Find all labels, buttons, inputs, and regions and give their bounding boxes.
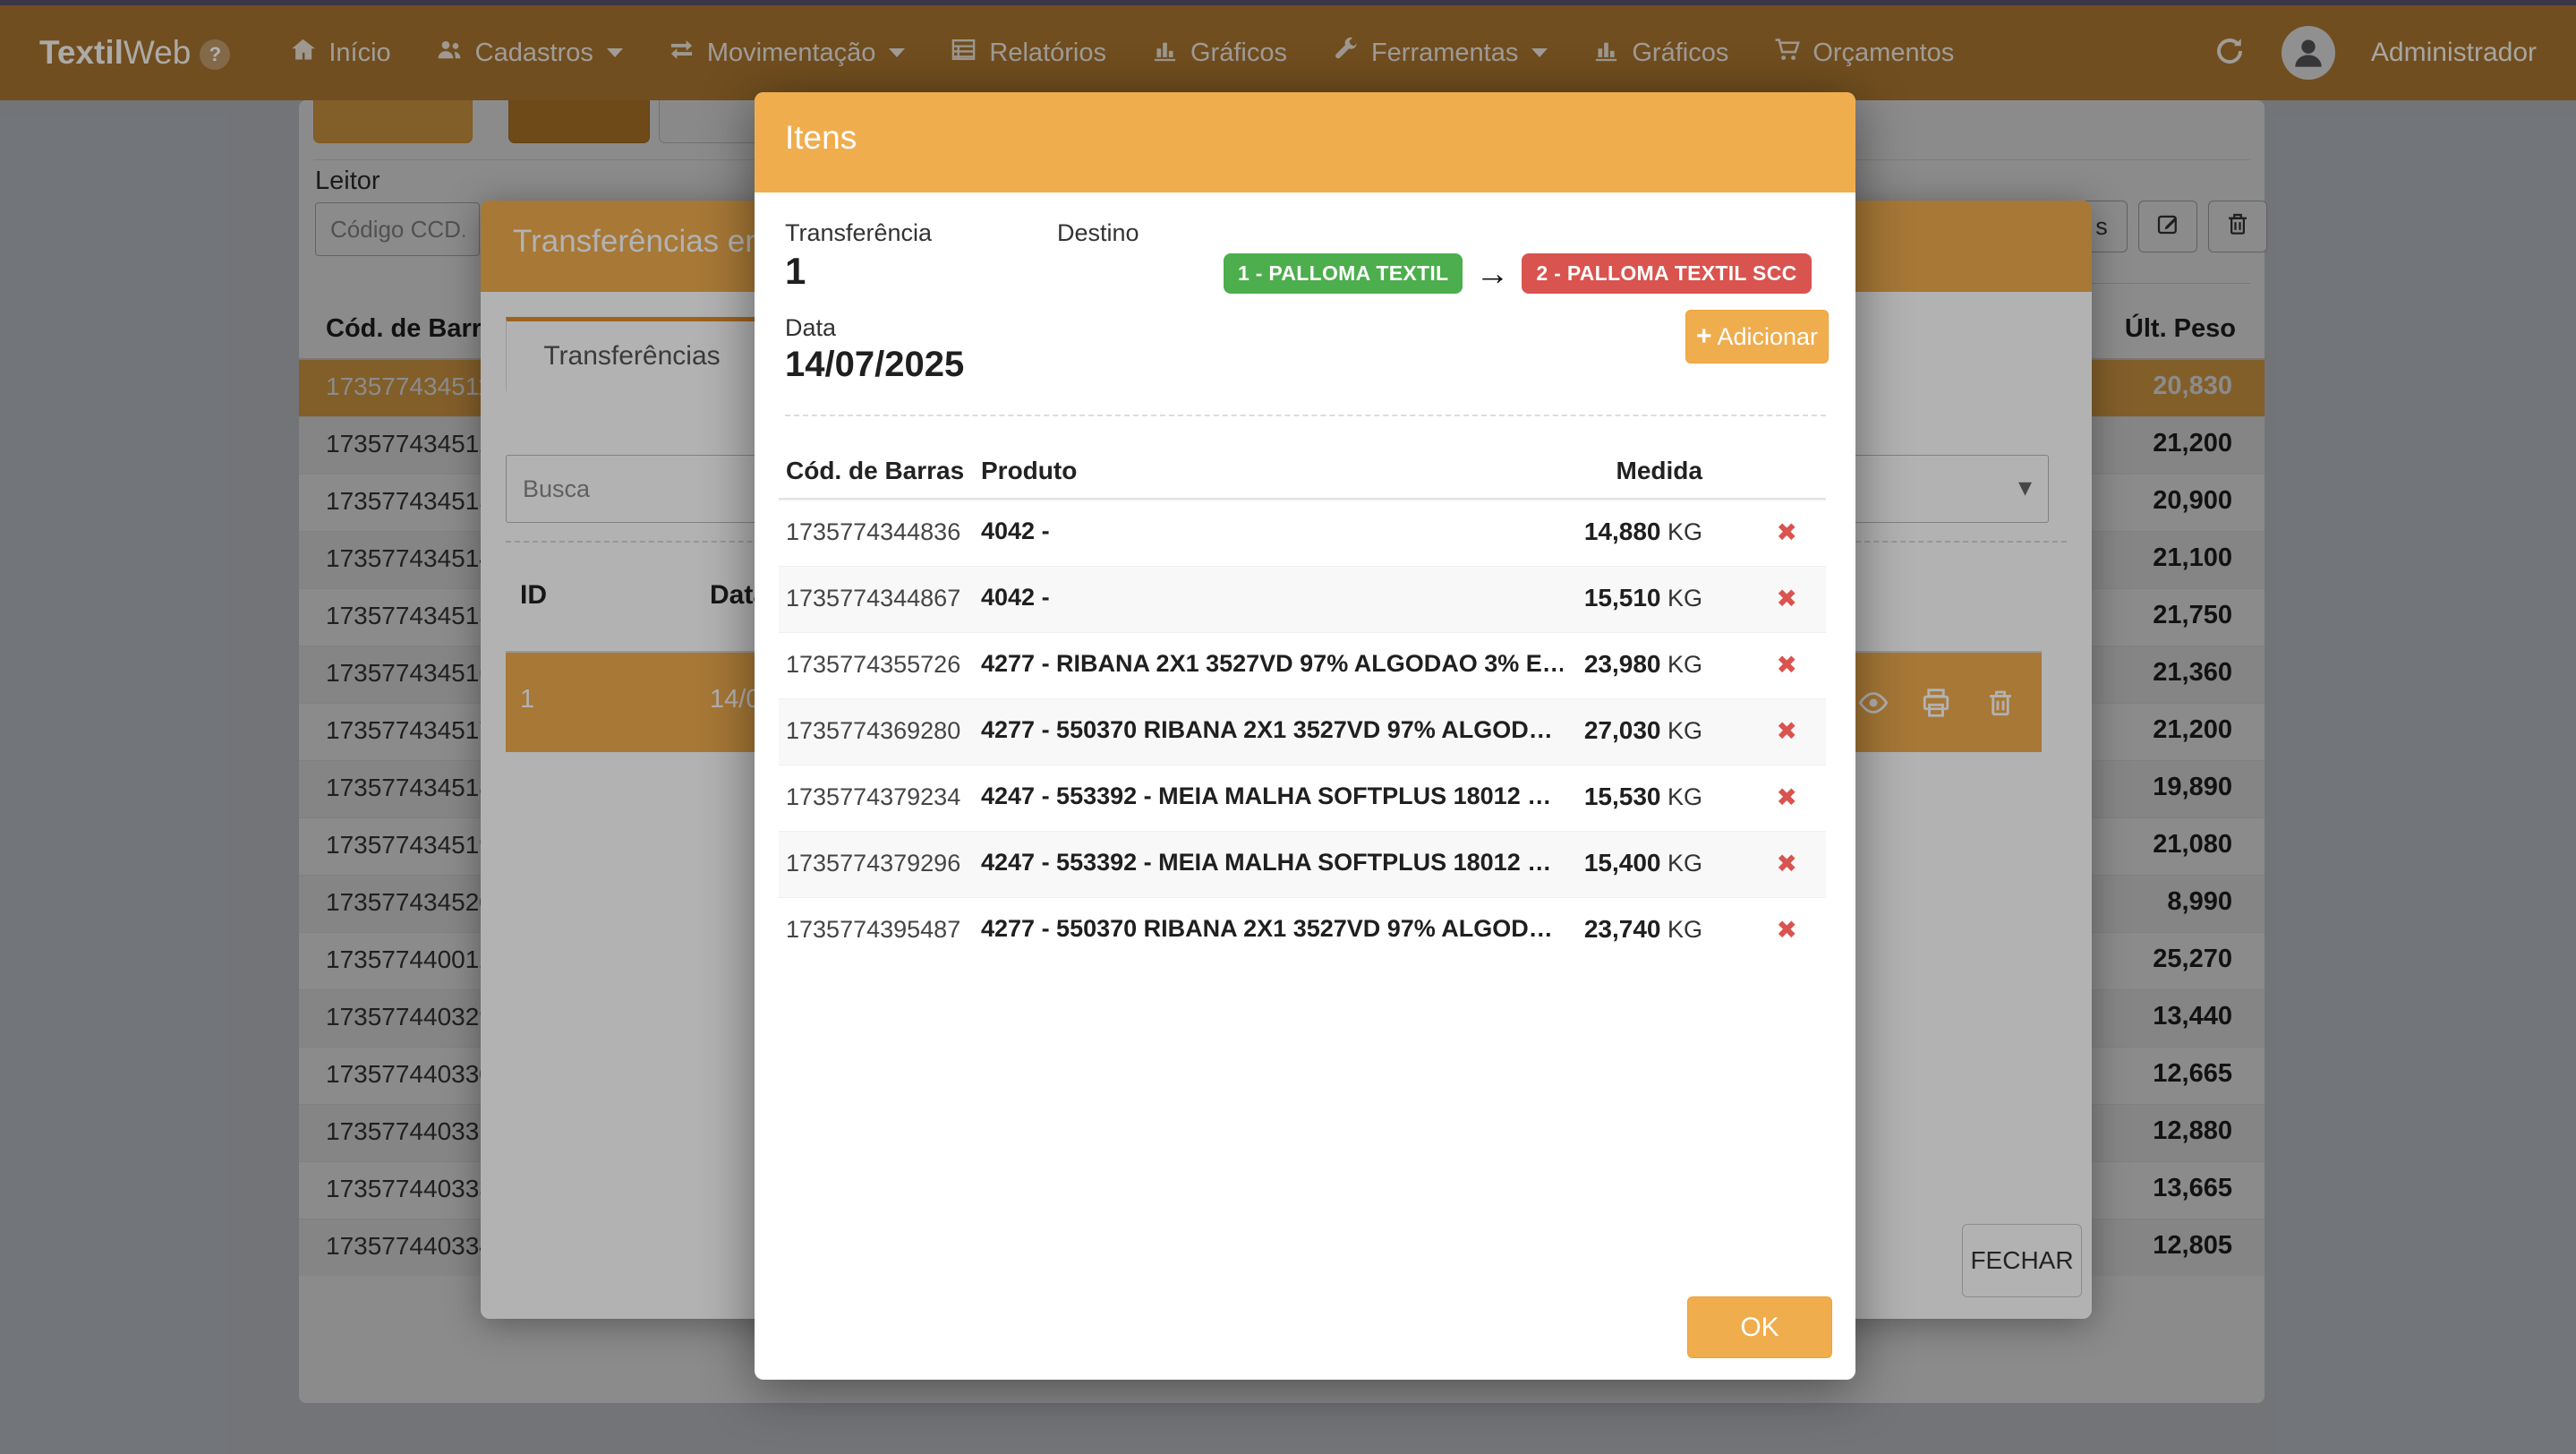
item-product-cell: 4042 -: [981, 584, 1050, 612]
col-header-produto: Produto: [981, 457, 1077, 485]
itens-modal-header: Itens: [755, 92, 1855, 192]
item-measure-cell: 15,530 KG: [1584, 783, 1702, 811]
itens-table-header: Cód. de Barras Produto Medida: [779, 453, 1826, 500]
itens-modal-title: Itens: [785, 119, 857, 157]
item-measure-cell: 15,400 KG: [1584, 849, 1702, 877]
remove-item-icon[interactable]: ✖: [1777, 716, 1797, 746]
arrow-right-icon: →: [1475, 257, 1509, 291]
transferencia-label: Transferência: [785, 219, 932, 247]
item-row: 1735774395487 4277 - 550370 RIBANA 2X1 3…: [779, 897, 1826, 963]
data-value: 14/07/2025: [785, 345, 964, 385]
item-barcode-cell: 1735774395487: [786, 916, 960, 944]
item-row: 1735774379296 4247 - 553392 - MEIA MALHA…: [779, 831, 1826, 897]
item-row: 1735774344836 4042 - 14,880 KG ✖: [779, 500, 1826, 566]
item-product-cell: 4042 -: [981, 517, 1050, 545]
item-barcode-cell: 1735774379296: [786, 850, 960, 877]
item-row: 1735774344867 4042 - 15,510 KG ✖: [779, 566, 1826, 632]
item-measure-cell: 27,030 KG: [1584, 716, 1702, 745]
item-product-cell: 4277 - 550370 RIBANA 2X1 3527VD 97% ALGO…: [981, 915, 1553, 943]
ok-button[interactable]: OK: [1687, 1296, 1832, 1358]
item-product-cell: 4247 - 553392 - MEIA MALHA SOFTPLUS 1801…: [981, 783, 1551, 810]
item-barcode-cell: 1735774344836: [786, 518, 960, 546]
item-row: 1735774355726 4277 - RIBANA 2X1 3527VD 9…: [779, 632, 1826, 698]
item-measure-cell: 23,740 KG: [1584, 915, 1702, 944]
remove-item-icon[interactable]: ✖: [1777, 915, 1797, 945]
screen: Leitor s Cód. de Barras Últ. Peso 1735: [0, 0, 2576, 1454]
item-barcode-cell: 1735774355726: [786, 651, 960, 679]
item-product-cell: 4277 - 550370 RIBANA 2X1 3527VD 97% ALGO…: [981, 716, 1553, 744]
remove-item-icon[interactable]: ✖: [1777, 517, 1797, 547]
col-header-codigo: Cód. de Barras: [786, 457, 964, 485]
itens-modal: Itens Transferência Destino 1 1 - PALLOM…: [755, 92, 1855, 1380]
remove-item-icon[interactable]: ✖: [1777, 849, 1797, 878]
item-product-cell: 4277 - RIBANA 2X1 3527VD 97% ALGODAO 3% …: [981, 650, 1563, 678]
origin-badge: 1 - PALLOMA TEXTIL: [1224, 253, 1463, 294]
destino-label: Destino: [1057, 219, 1139, 247]
item-measure-cell: 15,510 KG: [1584, 584, 1702, 612]
data-label: Data: [785, 314, 836, 342]
col-header-medida: Medida: [1616, 457, 1702, 485]
itens-table-body: 1735774344836 4042 - 14,880 KG ✖ 1735774…: [779, 500, 1826, 963]
route-badges: 1 - PALLOMA TEXTIL → 2 - PALLOMA TEXTIL …: [1224, 253, 1812, 294]
divider: [785, 415, 1826, 416]
destination-badge: 2 - PALLOMA TEXTIL SCC: [1522, 253, 1811, 294]
item-barcode-cell: 1735774344867: [786, 585, 960, 612]
transferencia-value: 1: [785, 250, 806, 293]
item-row: 1735774379234 4247 - 553392 - MEIA MALHA…: [779, 765, 1826, 831]
item-row: 1735774369280 4277 - 550370 RIBANA 2X1 3…: [779, 698, 1826, 765]
remove-item-icon[interactable]: ✖: [1777, 584, 1797, 613]
remove-item-icon[interactable]: ✖: [1777, 650, 1797, 680]
item-measure-cell: 23,980 KG: [1584, 650, 1702, 679]
adicionar-button[interactable]: + Adicionar: [1685, 310, 1829, 364]
remove-item-icon[interactable]: ✖: [1777, 783, 1797, 812]
plus-icon: +: [1696, 321, 1712, 352]
item-barcode-cell: 1735774379234: [786, 783, 960, 811]
item-product-cell: 4247 - 553392 - MEIA MALHA SOFTPLUS 1801…: [981, 849, 1551, 877]
item-barcode-cell: 1735774369280: [786, 717, 960, 745]
item-measure-cell: 14,880 KG: [1584, 517, 1702, 546]
